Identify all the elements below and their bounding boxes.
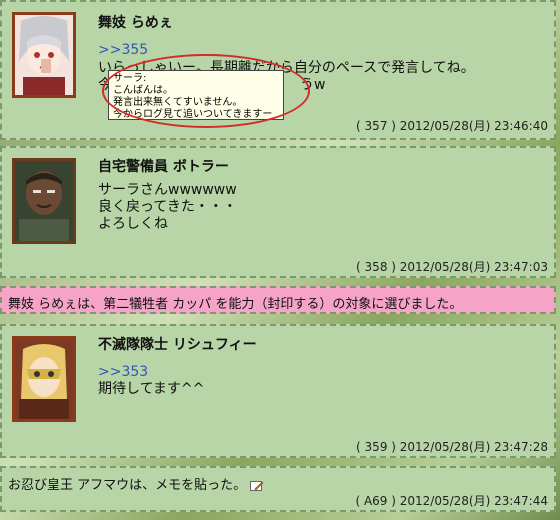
post-timestamp: ( 357 ) 2012/05/28(月) 23:46:40 [356,119,548,133]
post-timestamp: ( 359 ) 2012/05/28(月) 23:47:28 [356,440,548,454]
memo-pencil-icon[interactable] [250,480,264,492]
post-author-name: 不滅隊隊士 リシュフィー [98,337,257,353]
avatar[interactable] [12,12,76,98]
post-timestamp: ( 358 ) 2012/05/28(月) 23:47:03 [356,260,548,274]
highlight-ellipse [102,54,310,128]
reply-anchor-link[interactable]: >>353 [98,364,148,381]
avatar[interactable] [12,336,76,422]
memo-notice-text: お忍び皇王 アフマウは、メモを貼った。 [8,478,247,493]
avatar-portrait-geisha [15,15,73,95]
post-358: 自宅警備員 ボトラー サーラさんwwwwww 良く戻ってきた・・・ よろしくね … [0,146,556,278]
post-message: 期待してます^^ [98,381,205,397]
avatar-portrait-masked [15,339,73,419]
post-message: サーラさんwwwwww 良く戻ってきた・・・ よろしくね [98,182,237,232]
memo-notice: お忍び皇王 アフマウは、メモを貼った。 ( A69 ) 2012/05/28(月… [0,466,556,512]
system-notice-text: 舞妓 らめぇは、第二犠牲者 カッパ を能力（封印する）の対象に選びました。 [8,297,463,312]
post-359: 不滅隊隊士 リシュフィー >>353 期待してます^^ ( 359 ) 2012… [0,324,556,458]
avatar[interactable] [12,158,76,244]
system-notice: 舞妓 らめぇは、第二犠牲者 カッパ を能力（封印する）の対象に選びました。 [0,286,556,314]
avatar-portrait-guard [15,161,73,241]
reply-anchor-link[interactable]: >>355 [98,42,148,59]
post-author-name: 舞妓 らめぇ [98,15,173,31]
memo-timestamp: ( A69 ) 2012/05/28(月) 23:47:44 [355,494,548,508]
post-author-name: 自宅警備員 ボトラー [98,159,229,175]
